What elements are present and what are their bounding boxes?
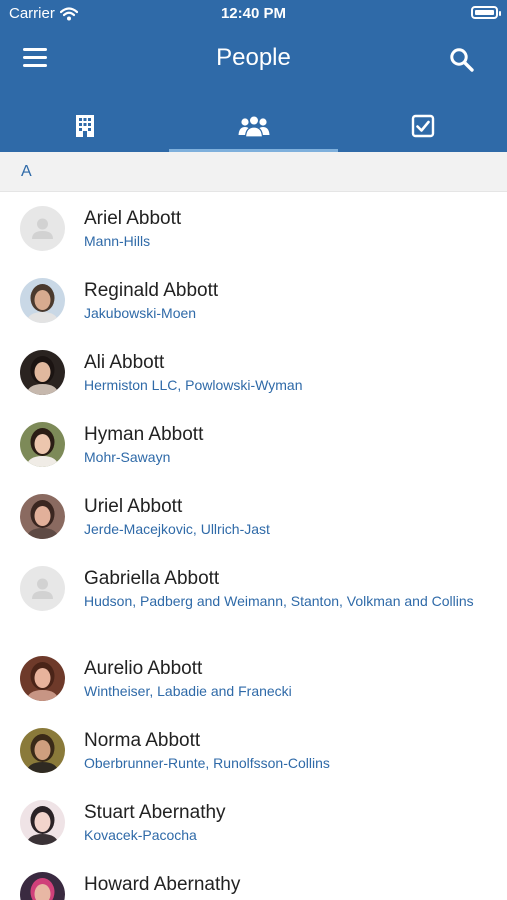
contact-name: Norma Abbott (84, 730, 201, 751)
contact-row[interactable]: Hyman Abbott Mohr-Sawayn (0, 408, 507, 480)
contact-name: Aurelio Abbott (84, 658, 203, 679)
contact-company: Mohr-Sawayn (84, 449, 171, 465)
search-icon (450, 48, 474, 72)
contact-company: Hudson, Padberg and Weimann, Stanton, Vo… (84, 593, 474, 609)
contact-company: Mann-Hills (84, 233, 151, 249)
page-title: People (216, 44, 291, 71)
contact-row[interactable]: Stuart Abernathy Kovacek-Pacocha (0, 786, 507, 858)
avatar (20, 494, 65, 539)
tab-tasks[interactable] (338, 100, 507, 152)
contact-row[interactable]: Ali Abbott Hermiston LLC, Powlowski-Wyman (0, 336, 507, 408)
contact-row[interactable]: Howard Abernathy (0, 858, 507, 900)
contact-row[interactable]: Ariel Abbott Mann-Hills (0, 192, 507, 264)
contact-row[interactable]: Gabriella Abbott Hudson, Padberg and Weim… (0, 552, 507, 642)
avatar (20, 422, 65, 467)
tab-bar (0, 100, 507, 152)
contact-company: Wintheiser, Labadie and Franecki (84, 683, 292, 699)
avatar (20, 278, 65, 323)
people-icon (238, 115, 269, 138)
contact-company: Kovacek-Pacocha (84, 827, 197, 843)
status-time: 12:40 PM (220, 5, 287, 22)
contact-company: Oberbrunner-Runte, Runolfsson-Collins (84, 755, 330, 771)
contact-row[interactable]: Reginald Abbott Jakubowski-Moen (0, 264, 507, 336)
contact-name: Gabriella Abbott (84, 568, 220, 589)
app-header: Carrier 12:40 PM People (0, 0, 507, 152)
avatar (20, 656, 65, 701)
contact-name: Howard Abernathy (84, 874, 241, 895)
contact-name: Ariel Abbott (84, 208, 182, 229)
contact-name: Reginald Abbott (84, 280, 219, 301)
contact-row[interactable]: Uriel Abbott Jerde-Macejkovic, Ullrich-Ja… (0, 480, 507, 552)
contact-name: Hyman Abbott (84, 424, 204, 445)
section-header: A (0, 152, 507, 192)
contact-name: Uriel Abbott (84, 496, 183, 517)
contact-row[interactable]: Aurelio Abbott Wintheiser, Labadie and Fr… (0, 642, 507, 714)
avatar-placeholder-icon (20, 206, 65, 251)
building-icon (75, 115, 94, 137)
battery-icon (471, 6, 501, 19)
avatar (20, 728, 65, 773)
contact-company: Jakubowski-Moen (84, 305, 197, 321)
contact-row[interactable]: Norma Abbott Oberbrunner-Runte, Runolfsso… (0, 714, 507, 786)
avatar (20, 800, 65, 845)
search-button[interactable] (449, 47, 477, 75)
tab-companies[interactable] (0, 100, 169, 152)
tab-people[interactable] (169, 100, 338, 152)
avatar (20, 872, 65, 900)
section-letter: A (21, 163, 32, 180)
contact-company: Hermiston LLC, Powlowski-Wyman (84, 377, 303, 393)
contact-list: Ariel Abbott Mann-Hills Reginald Abbott Jak… (0, 192, 507, 900)
checkbox-icon (411, 114, 434, 138)
contact-name: Ali Abbott (84, 352, 165, 373)
contact-company: Jerde-Macejkovic, Ullrich-Jast (84, 521, 270, 537)
contact-name: Stuart Abernathy (84, 802, 226, 823)
avatar (20, 350, 65, 395)
avatar-placeholder-icon (20, 566, 65, 611)
status-bar: Carrier 12:40 PM (0, 0, 507, 28)
